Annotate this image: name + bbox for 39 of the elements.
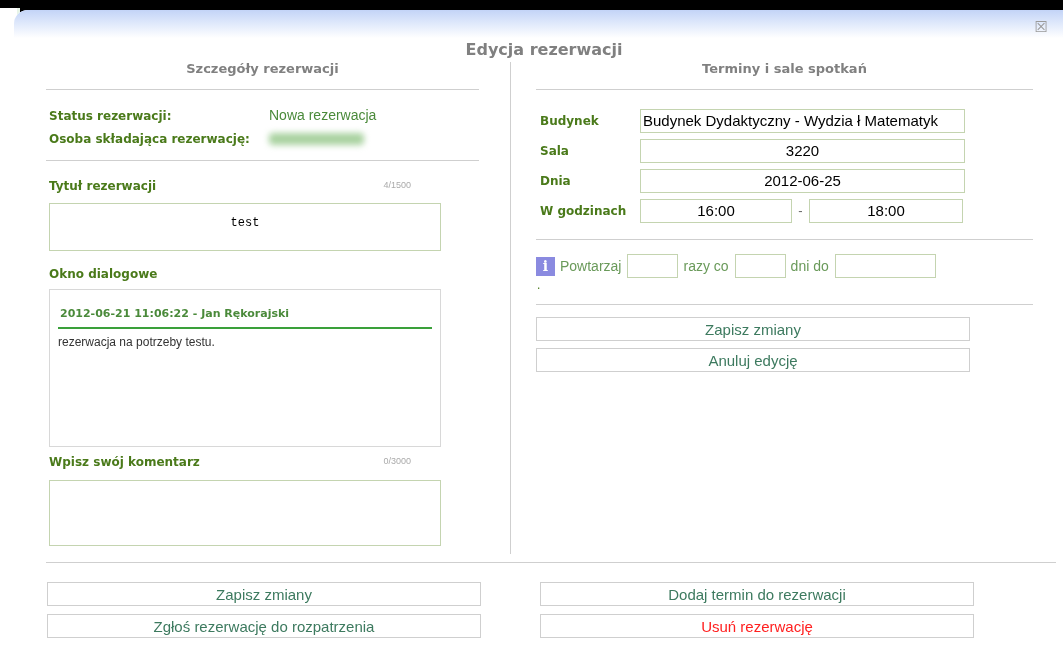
- field-label: Okno dialogowe: [49, 267, 158, 281]
- comment-field[interactable]: [49, 480, 441, 546]
- range-separator: -: [797, 202, 804, 221]
- repeat-label: Powtarzaj: [560, 256, 622, 276]
- status-value: Nowa rezerwacja: [269, 106, 377, 125]
- message-header: 2012-06-21 11:06:22 - Jan Rękorajski: [58, 306, 432, 329]
- section-heading: Szczegóły rezerwacji: [186, 61, 339, 76]
- message-text: rezerwacja na potrzeby testu.: [58, 333, 216, 351]
- field-label: W godzinach: [540, 203, 628, 220]
- action-button[interactable]: Zapisz zmiany: [47, 582, 481, 606]
- title-field[interactable]: test: [49, 203, 441, 251]
- repeat-field[interactable]: [734, 254, 786, 278]
- action-button[interactable]: Dodaj termin do rezerwacji: [540, 582, 974, 606]
- action-button[interactable]: Zgłoś rezerwację do rozpatrzenia: [47, 614, 481, 638]
- repeat-label: dni do: [790, 256, 829, 276]
- field-label: Dnia: [540, 173, 572, 190]
- info-icon[interactable]: i: [536, 256, 555, 276]
- repeat-label: razy co: [683, 256, 729, 276]
- time-field[interactable]: 16:00: [640, 199, 792, 223]
- dialog-title: Edycja rezerwacji: [465, 40, 623, 59]
- note-text: .: [536, 278, 542, 292]
- character-counter: 4/1500: [383, 179, 411, 193]
- repeat-field[interactable]: [834, 254, 936, 278]
- text-field[interactable]: 2012-06-25: [640, 169, 965, 193]
- field-label: Osoba składająca rezerwację:: [49, 130, 251, 148]
- character-counter: 0/3000: [383, 455, 411, 469]
- text-field[interactable]: Budynek Dydaktyczny - Wydzia ł Matematyk: [640, 109, 965, 133]
- field-label: Tytuł rezerwacji: [49, 178, 157, 195]
- delete-button[interactable]: Usuń rezerwację: [540, 614, 974, 638]
- action-button[interactable]: Zapisz zmiany: [536, 317, 970, 341]
- field-label: Wpisz swój komentarz: [49, 454, 200, 471]
- field-label: Status rezerwacji:: [49, 107, 173, 125]
- time-field[interactable]: 18:00: [809, 199, 963, 223]
- field-label: Budynek: [540, 113, 600, 130]
- repeat-field[interactable]: [627, 254, 679, 278]
- action-button[interactable]: Anuluj edycję: [536, 348, 970, 372]
- field-label: Sala: [540, 143, 570, 160]
- text-field[interactable]: 3220: [640, 139, 965, 163]
- section-heading: Terminy i sale spotkań: [702, 61, 867, 76]
